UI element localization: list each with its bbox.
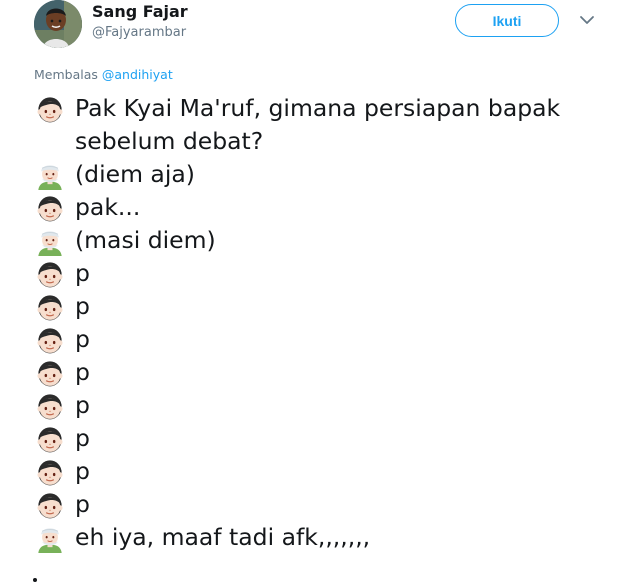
tweet-line-text: p (75, 391, 90, 419)
tweet-line: (diem aja) (35, 158, 625, 191)
tweet-line-text: p (75, 259, 90, 287)
reply-context: Membalas @andihiyat (34, 67, 173, 82)
tweet-line-text: (diem aja) (75, 160, 195, 188)
boy-emoji-icon (35, 358, 65, 388)
tweet-line: p (35, 323, 625, 356)
tweet-line-text: p (75, 292, 90, 320)
tweet-line-text: p (75, 325, 90, 353)
tweet-line-text: eh iya, maaf tadi afk,,,,,,, (75, 523, 371, 551)
boy-emoji-icon (35, 490, 65, 520)
tweet-line-text: (masi diem) (75, 226, 216, 254)
tweet-line: (masi diem) (35, 224, 625, 257)
man-with-turban-emoji-icon (35, 523, 65, 553)
tweet-header: Sang Fajar @Fajyarambar Ikuti (34, 0, 631, 52)
tweet-text: Pak Kyai Ma'ruf, gimana persiapan bapak … (35, 92, 625, 554)
boy-emoji-icon (35, 391, 65, 421)
tweet-line-text: p (75, 358, 90, 386)
tweet-line-text: p (75, 457, 90, 485)
tweet-line-text: Pak Kyai Ma'ruf, gimana persiapan bapak … (75, 94, 561, 155)
tweet-line: p (35, 422, 625, 455)
reply-mention-link[interactable]: @andihiyat (102, 67, 173, 82)
boy-emoji-icon (35, 457, 65, 487)
author-name[interactable]: Sang Fajar (92, 2, 188, 21)
tweet-line-text: p (75, 424, 90, 452)
tweet-line: Pak Kyai Ma'ruf, gimana persiapan bapak … (35, 92, 595, 158)
tweet-line: p (35, 290, 625, 323)
boy-emoji-icon (35, 259, 65, 289)
tweet-line: p (35, 257, 625, 290)
tweet-line: p (35, 455, 625, 488)
boy-emoji-icon (35, 292, 65, 322)
tweet-line-text: pak... (75, 193, 141, 221)
man-with-turban-emoji-icon (35, 226, 65, 256)
boy-emoji-icon (35, 325, 65, 355)
chevron-down-icon[interactable] (579, 14, 595, 26)
cropped-text-fragment (33, 578, 37, 582)
author-handle[interactable]: @Fajyarambar (92, 25, 186, 40)
avatar[interactable] (34, 0, 82, 48)
tweet-line: p (35, 389, 625, 422)
tweet-line-text: p (75, 490, 90, 518)
follow-button[interactable]: Ikuti (455, 4, 559, 37)
tweet-line: p (35, 356, 625, 389)
boy-emoji-icon (35, 193, 65, 223)
boy-emoji-icon (35, 94, 65, 124)
tweet-line: pak... (35, 191, 625, 224)
boy-emoji-icon (35, 424, 65, 454)
man-with-turban-emoji-icon (35, 160, 65, 190)
tweet-line: p (35, 488, 625, 521)
avatar-photo-icon (34, 0, 82, 48)
tweet-line: eh iya, maaf tadi afk,,,,,,, (35, 521, 625, 554)
reply-prefix: Membalas (34, 67, 98, 82)
